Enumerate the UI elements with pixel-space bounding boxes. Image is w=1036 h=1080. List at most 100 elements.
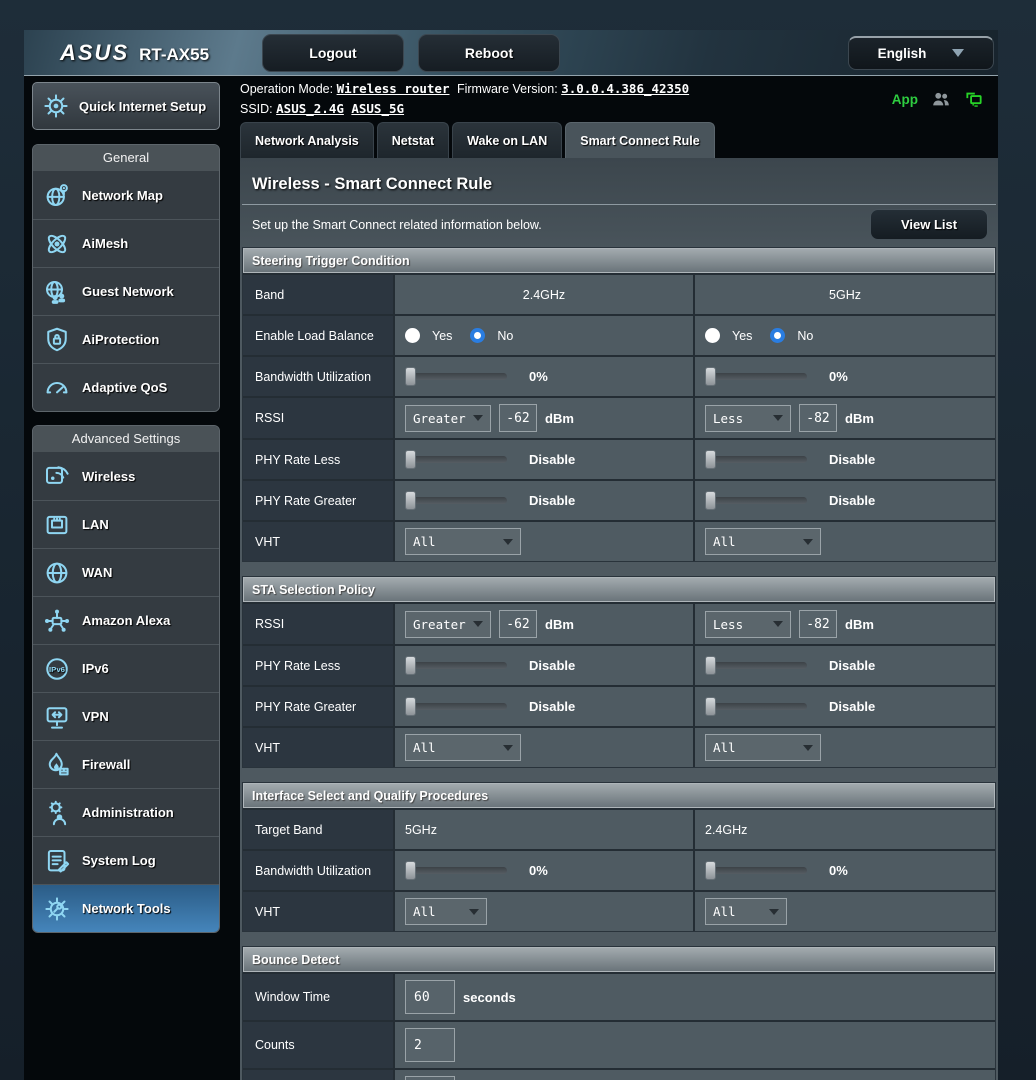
phy-greater-slider-5[interactable] xyxy=(705,491,807,510)
sidebar-group-advanced: Advanced Settings Wireless LAN WAN Amazo… xyxy=(32,425,220,933)
slider-handle[interactable] xyxy=(705,367,716,386)
bandwidth-slider-24[interactable] xyxy=(405,367,507,386)
sidebar-item-network-tools[interactable]: Network Tools xyxy=(33,884,219,932)
slider-handle[interactable] xyxy=(705,697,716,716)
devices-sync-icon[interactable] xyxy=(964,89,984,109)
rssi-value-input-24[interactable] xyxy=(499,610,537,638)
phy-less-slider-24[interactable] xyxy=(405,450,507,469)
dwell-time-input[interactable] xyxy=(405,1076,455,1080)
seconds-unit: seconds xyxy=(463,989,516,1005)
target-band-col2: 2.4GHz xyxy=(693,810,995,849)
clients-people-icon[interactable] xyxy=(930,88,952,110)
bandwidth-slider-col1[interactable] xyxy=(405,861,507,880)
vht-select-5[interactable]: All xyxy=(705,734,821,761)
sidebar-item-amazon-alexa[interactable]: Amazon Alexa xyxy=(33,596,219,644)
rssi-value-input-5[interactable] xyxy=(799,404,837,432)
firmware-label: Firmware Version: xyxy=(456,82,558,96)
phy-less-slider-5[interactable] xyxy=(705,450,807,469)
slider-handle[interactable] xyxy=(705,861,716,880)
chevron-down-icon xyxy=(473,415,483,421)
sta-selection-table: STA Selection Policy RSSI Greater dBm Le… xyxy=(242,576,996,768)
vht-select-col2[interactable]: All xyxy=(705,898,787,925)
app-link[interactable]: App xyxy=(892,92,918,107)
slider-handle[interactable] xyxy=(705,491,716,510)
vht-label: VHT xyxy=(243,522,393,561)
sidebar-item-wan[interactable]: WAN xyxy=(33,548,219,596)
slider-handle[interactable] xyxy=(405,367,416,386)
sidebar-item-vpn[interactable]: VPN xyxy=(33,692,219,740)
radio-yes-24[interactable] xyxy=(405,328,420,343)
bandwidth-slider-col2[interactable] xyxy=(705,861,807,880)
ipv6-icon xyxy=(42,654,72,684)
sidebar-item-aimesh[interactable]: AiMesh xyxy=(33,219,219,267)
phy-greater-slider-24[interactable] xyxy=(405,491,507,510)
rssi-24: Greater dBm xyxy=(393,604,693,644)
rssi-op-select-24[interactable]: Greater xyxy=(405,404,491,432)
phy-less-5: Disable xyxy=(693,646,995,685)
brand: ASUS RT-AX55 xyxy=(24,40,240,66)
slider-handle[interactable] xyxy=(705,656,716,675)
sidebar-item-wireless[interactable]: Wireless xyxy=(33,452,219,500)
network-map-icon xyxy=(42,180,72,210)
vht-select-5[interactable]: All xyxy=(705,528,821,555)
sidebar-item-system-log[interactable]: System Log xyxy=(33,836,219,884)
counts-input[interactable] xyxy=(405,1028,455,1062)
sidebar-item-label: Wireless xyxy=(82,468,136,484)
slider-handle[interactable] xyxy=(405,450,416,469)
reboot-button[interactable]: Reboot xyxy=(418,33,560,72)
rssi-op-select-5[interactable]: Less xyxy=(705,404,791,432)
band-5-value: 5GHz xyxy=(693,275,995,314)
phy-less-slider-5[interactable] xyxy=(705,656,807,675)
table-row-vht: VHT All All xyxy=(243,890,995,931)
operation-mode-link[interactable]: Wireless router xyxy=(337,81,450,96)
rssi-op-select-5[interactable]: Less xyxy=(705,610,791,638)
ssid-24-link[interactable]: ASUS_2.4G xyxy=(276,101,344,116)
phy-greater-slider-5[interactable] xyxy=(705,697,807,716)
ssid-5-link[interactable]: ASUS_5G xyxy=(351,101,404,116)
tab-netstat[interactable]: Netstat xyxy=(376,122,450,158)
slider-handle[interactable] xyxy=(405,861,416,880)
sidebar-group-general: General Network Map AiMesh Guest Network… xyxy=(32,144,220,412)
sidebar-item-aiprotection[interactable]: AiProtection xyxy=(33,315,219,363)
sidebar-item-guest-network[interactable]: Guest Network xyxy=(33,267,219,315)
logout-button[interactable]: Logout xyxy=(262,33,404,72)
sidebar-item-label: Quick Internet Setup xyxy=(79,98,207,114)
slider-handle[interactable] xyxy=(405,697,416,716)
rssi-value-input-24[interactable] xyxy=(499,404,537,432)
tab-smart-connect-rule[interactable]: Smart Connect Rule xyxy=(565,122,715,158)
chevron-down-icon xyxy=(773,621,783,627)
language-dropdown[interactable]: English xyxy=(848,35,994,70)
vht-select-col1[interactable]: All xyxy=(405,898,487,925)
radio-yes-5[interactable] xyxy=(705,328,720,343)
sidebar-item-adaptive-qos[interactable]: Adaptive QoS xyxy=(33,363,219,411)
slider-handle[interactable] xyxy=(405,491,416,510)
slider-handle[interactable] xyxy=(405,656,416,675)
sidebar-item-network-map[interactable]: Network Map xyxy=(33,171,219,219)
radio-no-24[interactable] xyxy=(470,328,486,343)
sidebar-item-firewall[interactable]: Firewall xyxy=(33,740,219,788)
rssi-value-input-5[interactable] xyxy=(799,610,837,638)
tab-network-analysis[interactable]: Network Analysis xyxy=(240,122,374,158)
rssi-label: RSSI xyxy=(243,604,393,644)
sidebar-item-ipv6[interactable]: IPv6 xyxy=(33,644,219,692)
radio-no-5[interactable] xyxy=(770,328,786,343)
vht-select-24[interactable]: All xyxy=(405,734,521,761)
tab-wake-on-lan[interactable]: Wake on LAN xyxy=(452,122,563,158)
bandwidth-value: 0% xyxy=(529,369,548,384)
aimesh-icon xyxy=(42,229,72,259)
phy-less-slider-24[interactable] xyxy=(405,656,507,675)
firmware-version-link[interactable]: 3.0.0.4.386_42350 xyxy=(561,81,689,96)
sidebar-item-label: Guest Network xyxy=(82,284,174,299)
sidebar-item-label: AiProtection xyxy=(82,332,160,347)
view-list-button[interactable]: View List xyxy=(870,209,988,240)
system-log-icon xyxy=(42,846,72,876)
rssi-op-select-24[interactable]: Greater xyxy=(405,610,491,638)
vht-select-24[interactable]: All xyxy=(405,528,521,555)
sidebar-item-administration[interactable]: Administration xyxy=(33,788,219,836)
bandwidth-slider-5[interactable] xyxy=(705,367,807,386)
window-time-input[interactable] xyxy=(405,980,455,1014)
sidebar-item-lan[interactable]: LAN xyxy=(33,500,219,548)
slider-handle[interactable] xyxy=(705,450,716,469)
phy-greater-slider-24[interactable] xyxy=(405,697,507,716)
sidebar-item-quick-internet-setup[interactable]: Quick Internet Setup xyxy=(32,82,220,130)
